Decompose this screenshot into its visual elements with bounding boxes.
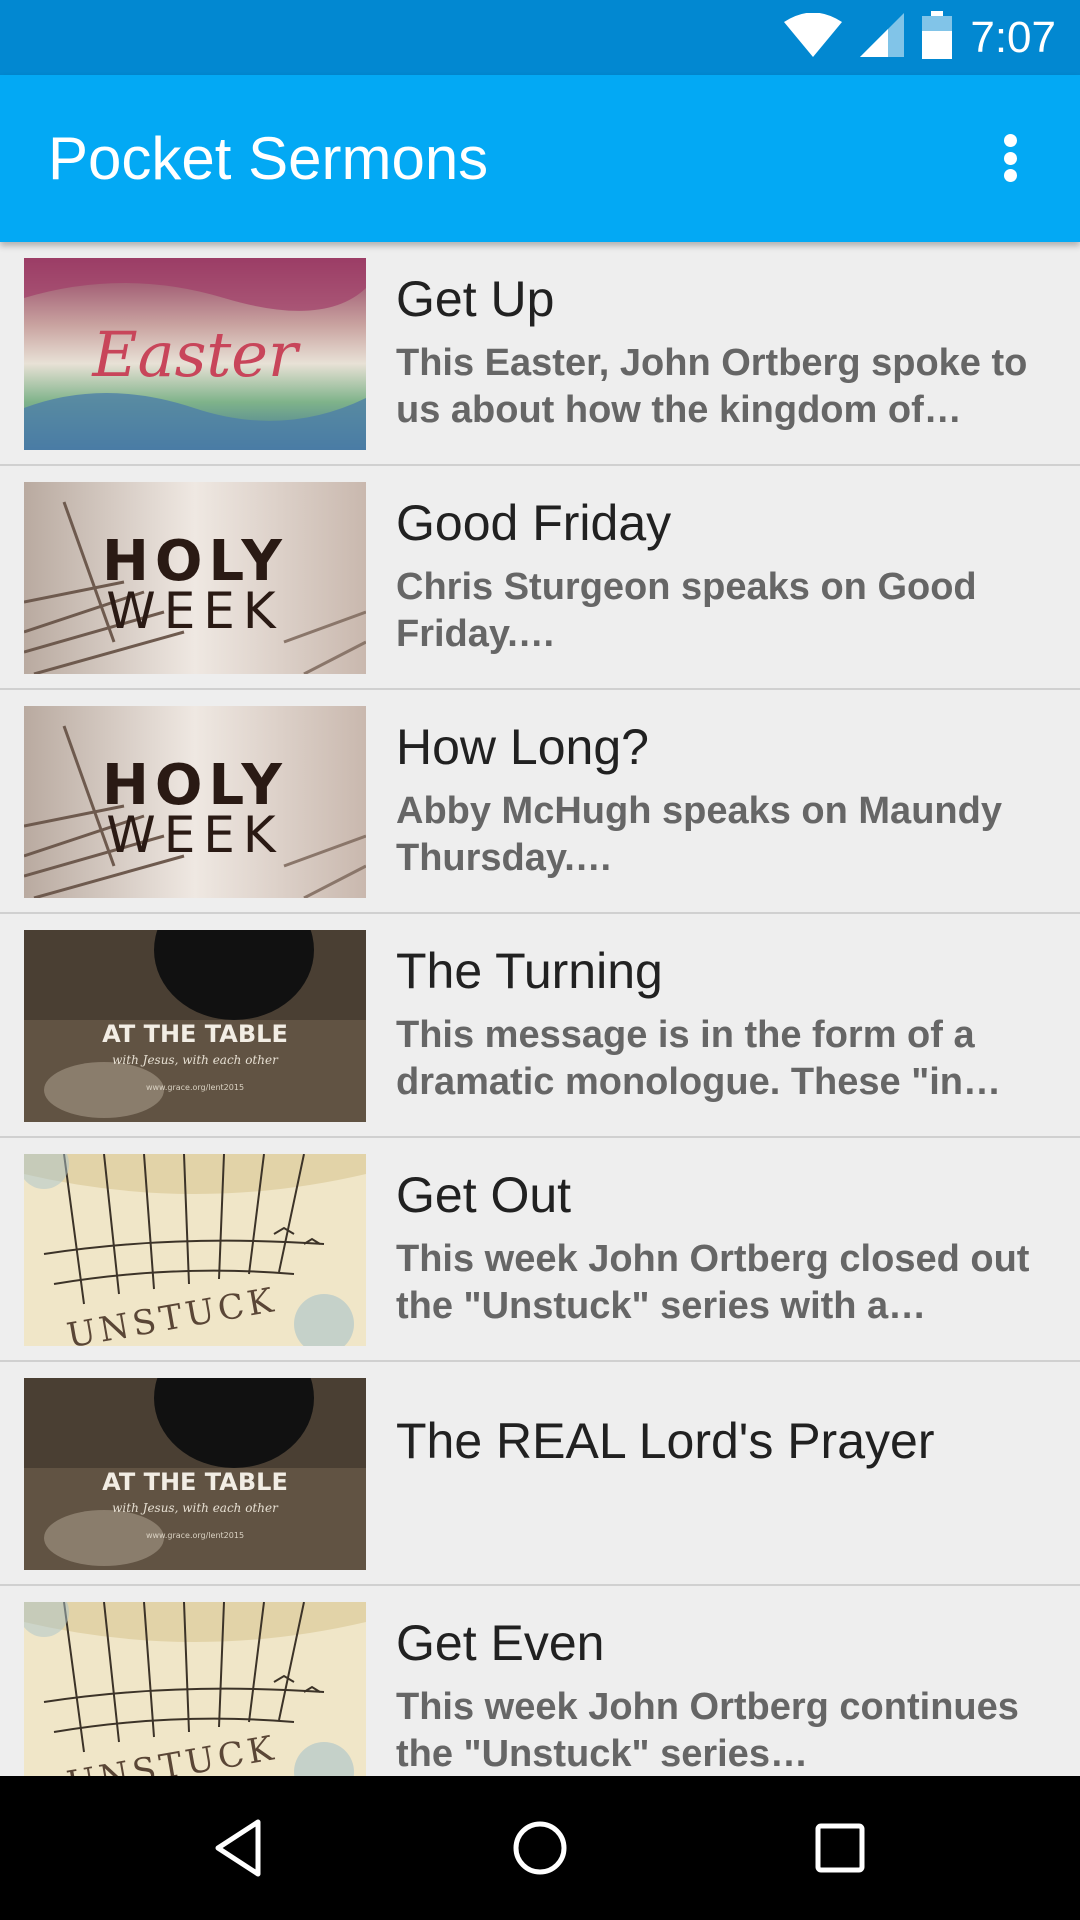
navigation-bar bbox=[0, 1776, 1080, 1920]
sermon-description: This Easter, John Ortberg spoke to us ab… bbox=[396, 342, 1028, 431]
sermon-title: How Long? bbox=[396, 719, 649, 775]
svg-text:WEEK: WEEK bbox=[106, 806, 283, 864]
sermon-thumbnail-unstuck: UNSTUCK bbox=[24, 1154, 366, 1346]
sermon-title: Get Up bbox=[396, 271, 555, 327]
home-icon bbox=[513, 1821, 567, 1875]
more-vert-icon-dot bbox=[1003, 169, 1017, 182]
sermon-list-item[interactable]: UNSTUCK Get Even This week John Ortberg … bbox=[0, 1586, 1080, 1776]
sermon-title: The Turning bbox=[396, 943, 663, 999]
svg-text:with Jesus, with each other: with Jesus, with each other bbox=[112, 1053, 279, 1067]
svg-text:Easter: Easter bbox=[91, 318, 301, 391]
svg-text:www.grace.org/lent2015: www.grace.org/lent2015 bbox=[146, 1083, 244, 1092]
more-vert-icon bbox=[1003, 134, 1017, 147]
home-button[interactable] bbox=[508, 1816, 572, 1880]
sermon-thumbnail-at-the-table: AT THE TABLE with Jesus, with each other… bbox=[24, 930, 366, 1122]
more-vert-icon-dot bbox=[1003, 151, 1017, 165]
wifi-icon bbox=[784, 12, 843, 62]
battery-icon bbox=[922, 11, 953, 64]
svg-text:www.grace.org/lent2015: www.grace.org/lent2015 bbox=[146, 1531, 244, 1540]
sermon-title: Get Out bbox=[396, 1167, 572, 1223]
app-bar: Pocket Sermons bbox=[0, 75, 1080, 242]
sermon-list-item[interactable]: AT THE TABLE with Jesus, with each other… bbox=[0, 914, 1080, 1138]
sermon-list-item[interactable]: HOLY WEEK How Long? Abby McHugh speaks o… bbox=[0, 690, 1080, 914]
sermon-list[interactable]: Easter Get Up This Easter, John Ortberg … bbox=[0, 242, 1080, 1776]
sermon-thumbnail-easter: Easter bbox=[24, 258, 366, 450]
sermon-title: Get Even bbox=[396, 1615, 605, 1671]
recents-icon bbox=[815, 1823, 865, 1873]
sermon-list-item[interactable]: UNSTUCK Get Out This week John Ortberg c… bbox=[0, 1138, 1080, 1362]
more-options-button[interactable] bbox=[980, 128, 1040, 188]
svg-text:WEEK: WEEK bbox=[106, 582, 283, 640]
svg-text:AT THE TABLE: AT THE TABLE bbox=[102, 1020, 288, 1048]
status-icons: 7:07 bbox=[784, 0, 1056, 75]
status-bar: 7:07 bbox=[0, 0, 1080, 75]
sermon-title: Good Friday bbox=[396, 495, 672, 551]
sermon-description: This week John Ortberg continues the "Un… bbox=[396, 1686, 1019, 1775]
sermon-title: The REAL Lord's Prayer bbox=[396, 1413, 935, 1469]
sermon-list-item[interactable]: AT THE TABLE with Jesus, with each other… bbox=[0, 1362, 1080, 1586]
sermon-thumbnail-at-the-table: AT THE TABLE with Jesus, with each other… bbox=[24, 1378, 366, 1570]
svg-text:with Jesus, with each other: with Jesus, with each other bbox=[112, 1501, 279, 1515]
svg-text:AT THE TABLE: AT THE TABLE bbox=[102, 1468, 288, 1496]
clock: 7:07 bbox=[970, 12, 1056, 62]
sermon-description: Chris Sturgeon speaks on Good Friday.… bbox=[396, 566, 977, 655]
sermon-thumbnail-unstuck: UNSTUCK bbox=[24, 1602, 366, 1776]
sermon-thumbnail-holy-week: HOLY WEEK bbox=[24, 482, 366, 674]
back-button[interactable] bbox=[208, 1816, 272, 1880]
back-icon bbox=[215, 1819, 261, 1877]
sermon-description: This week John Ortberg closed out the "U… bbox=[396, 1238, 1030, 1327]
app-title: Pocket Sermons bbox=[48, 125, 489, 192]
sermon-list-item[interactable]: Easter Get Up This Easter, John Ortberg … bbox=[0, 242, 1080, 466]
sermon-list-item[interactable]: HOLY WEEK Good Friday Chris Sturgeon spe… bbox=[0, 466, 1080, 690]
recents-button[interactable] bbox=[808, 1816, 872, 1880]
sermon-description: Abby McHugh speaks on Maundy Thursday.… bbox=[396, 790, 1002, 879]
sermon-description: This message is in the form of a dramati… bbox=[396, 1014, 1001, 1103]
cell-signal-icon bbox=[860, 13, 905, 62]
sermon-thumbnail-holy-week: HOLY WEEK bbox=[24, 706, 366, 898]
